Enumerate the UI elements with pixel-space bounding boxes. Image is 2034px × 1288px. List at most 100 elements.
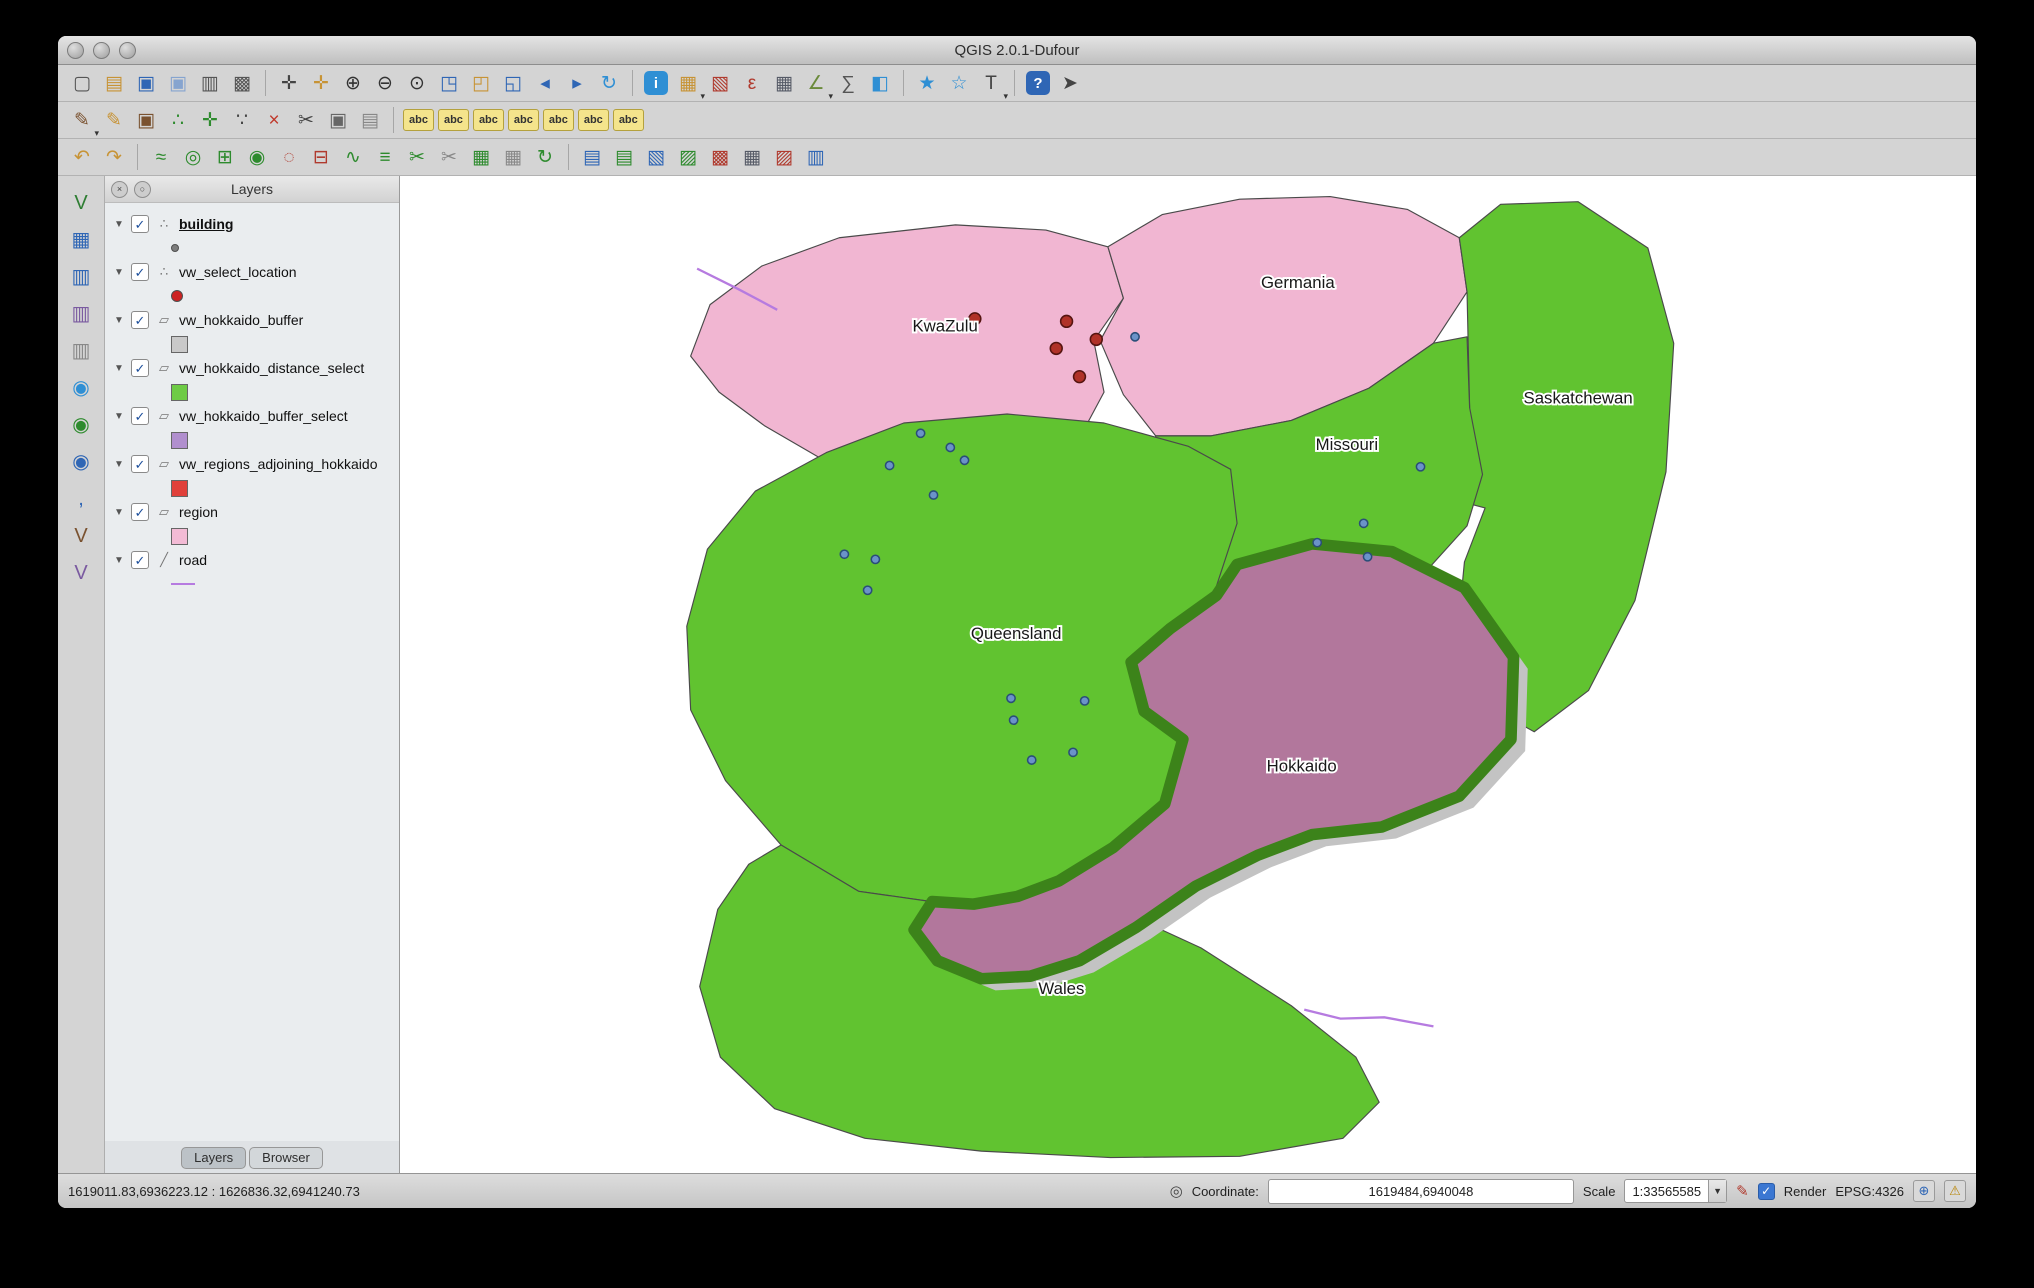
merge-feature-attributes-icon[interactable]: ▦ [498,142,528,172]
heatmap-icon[interactable]: ▨ [769,142,799,172]
open-attribute-table-icon[interactable]: ▦ [769,68,799,98]
building-point-feature[interactable] [928,490,939,500]
db-manager-icon[interactable]: ▥ [801,142,831,172]
selected-point-feature[interactable] [1072,369,1087,384]
selected-point-feature[interactable] [1059,314,1074,329]
add-vector-layer-icon[interactable]: V [66,188,96,218]
expand-collapse-icon[interactable]: ▼ [113,555,125,566]
whats-this-icon[interactable]: ➤ [1055,68,1085,98]
add-mssql-layer-icon[interactable]: ▥ [66,336,96,366]
building-point-feature[interactable] [945,442,956,453]
pan-map-icon[interactable]: ✛ [274,68,304,98]
select-by-expression-icon[interactable]: ε [737,68,767,98]
render-checkbox[interactable]: ✓ [1757,1182,1775,1200]
synchronize-offline-edits-icon[interactable]: ▤ [609,142,639,172]
split-features-icon[interactable]: ✂ [402,142,432,172]
building-point-feature[interactable] [870,554,881,565]
building-point-feature[interactable] [884,460,895,471]
deselect-features-icon[interactable]: ▧ [705,68,735,98]
layer-visibility-checkbox[interactable]: ✓ [131,503,149,521]
move-feature-icon[interactable]: ✛ [195,105,225,135]
layer-item-building[interactable]: ▼ ✓ ∴ building [105,211,399,237]
selected-point-feature[interactable] [1089,332,1103,347]
offset-curve-icon[interactable]: ≡ [370,142,400,172]
raster-calculator-icon[interactable]: ▦ [737,142,767,172]
expand-collapse-icon[interactable]: ▼ [113,507,125,518]
new-shapefile-layer-icon[interactable]: V [66,521,96,551]
node-tool-icon[interactable]: ∵ [227,105,257,135]
zoom-to-selection-icon[interactable]: ◰ [466,68,496,98]
layer-visibility-checkbox[interactable]: ✓ [131,263,149,281]
redo-icon[interactable]: ↷ [99,142,129,172]
zoom-to-layer-icon[interactable]: ◱ [498,68,528,98]
building-point-feature[interactable] [1068,747,1078,758]
building-point-feature[interactable] [839,549,850,560]
convert-to-offline-project-icon[interactable]: ▤ [577,142,607,172]
toggle-editing-icon[interactable]: ✎ [99,105,129,135]
zoom-native-icon[interactable]: ⊙ [402,68,432,98]
save-project-icon[interactable]: ▣ [131,68,161,98]
delete-ring-icon[interactable]: ◌ [274,142,304,172]
building-point-feature[interactable] [1312,537,1323,548]
new-spatialite-layer-icon[interactable]: V [66,558,96,588]
new-project-icon[interactable]: ▢ [67,68,97,98]
layer-item-vw_hokkaido_buffer[interactable]: ▼ ✓ ▱ vw_hokkaido_buffer [105,307,399,333]
labeling-icon[interactable]: abc [403,109,434,131]
spatial-query-icon[interactable]: ▧ [641,142,671,172]
layer-visibility-checkbox[interactable]: ✓ [131,551,149,569]
map-svg[interactable]: KwaZulu Germania Saskatchewan Missouri Queen… [400,176,1976,1173]
current-edits-icon[interactable]: ✎ ▾ [67,105,99,138]
selected-point-feature[interactable] [1049,341,1063,356]
log-messages-icon[interactable]: ⚠ [1944,1180,1966,1202]
refresh-map-icon[interactable]: ↻ [594,68,624,98]
add-delimited-text-layer-icon[interactable]: , [66,484,96,514]
save-layer-edits-icon[interactable]: ▣ [131,105,161,135]
copy-features-icon[interactable]: ▣ [323,105,353,135]
new-print-composer-icon[interactable]: ▥ [195,68,225,98]
delete-part-icon[interactable]: ⊟ [306,142,336,172]
add-postgis-layer-icon[interactable]: ▥ [66,262,96,292]
expand-collapse-icon[interactable]: ▼ [113,459,125,470]
stop-render-icon[interactable]: ✎ [1736,1184,1749,1199]
expand-collapse-icon[interactable]: ▼ [113,267,125,278]
simplify-feature-icon[interactable]: ≈ [146,142,176,172]
cut-features-icon[interactable]: ✂ [291,105,321,135]
text-annotation-icon[interactable]: T ▾ [976,68,1008,101]
road-feature[interactable] [1303,1008,1434,1028]
add-raster-layer-icon[interactable]: ▦ [66,225,96,255]
reshape-features-icon[interactable]: ∿ [338,142,368,172]
expand-collapse-icon[interactable]: ▼ [113,219,125,230]
coordinate-input[interactable] [1267,1178,1574,1204]
pin-unpin-labels-icon[interactable]: abc [472,109,504,131]
select-by-location-icon[interactable]: ▨ [673,142,703,172]
fill-ring-icon[interactable]: ◉ [242,142,272,172]
add-part-icon[interactable]: ⊞ [210,142,240,172]
add-wcs-layer-icon[interactable]: ◉ [66,410,96,440]
measure-icon[interactable]: ∠ ▾ [801,68,833,101]
delete-selected-icon[interactable]: × [259,105,289,135]
expand-collapse-icon[interactable]: ▼ [113,411,125,422]
move-label-icon[interactable]: abc [542,109,574,131]
identify-features-icon[interactable]: i [644,71,668,95]
new-bookmark-icon[interactable]: ★ [912,68,942,98]
change-label-icon[interactable]: abc [612,109,644,131]
map-canvas[interactable]: KwaZulu Germania Saskatchewan Missouri Queen… [400,176,1976,1173]
layer-item-vw_hokkaido_buffer_select[interactable]: ▼ ✓ ▱ vw_hokkaido_buffer_select [105,403,399,429]
highlight-pinned-labels-icon[interactable]: abc [507,109,539,131]
tab-browser[interactable]: Browser [249,1147,323,1169]
building-point-feature[interactable] [1006,693,1016,704]
label-properties-icon[interactable]: abc [437,109,469,131]
composer-manager-icon[interactable]: ▩ [227,68,257,98]
rotate-point-symbols-icon[interactable]: ↻ [530,142,560,172]
help-contents-icon[interactable]: ? [1026,71,1050,95]
layer-item-vw_regions_adjoining_hokkaido[interactable]: ▼ ✓ ▱ vw_regions_adjoining_hokkaido [105,451,399,477]
layer-item-vw_select_location[interactable]: ▼ ✓ ∴ vw_select_location [105,259,399,285]
chevron-down-icon[interactable]: ▼ [1708,1180,1727,1202]
scale-combo[interactable]: 1:33565585 ▼ [1624,1179,1728,1203]
expand-collapse-icon[interactable]: ▼ [113,363,125,374]
sum-statistics-icon[interactable]: ∑ [833,68,863,98]
building-point-feature[interactable] [1079,695,1090,706]
add-wms-layer-icon[interactable]: ◉ [66,373,96,403]
open-project-icon[interactable]: ▤ [99,68,129,98]
coordinate-capture-icon[interactable]: ◎ [1170,1184,1183,1199]
